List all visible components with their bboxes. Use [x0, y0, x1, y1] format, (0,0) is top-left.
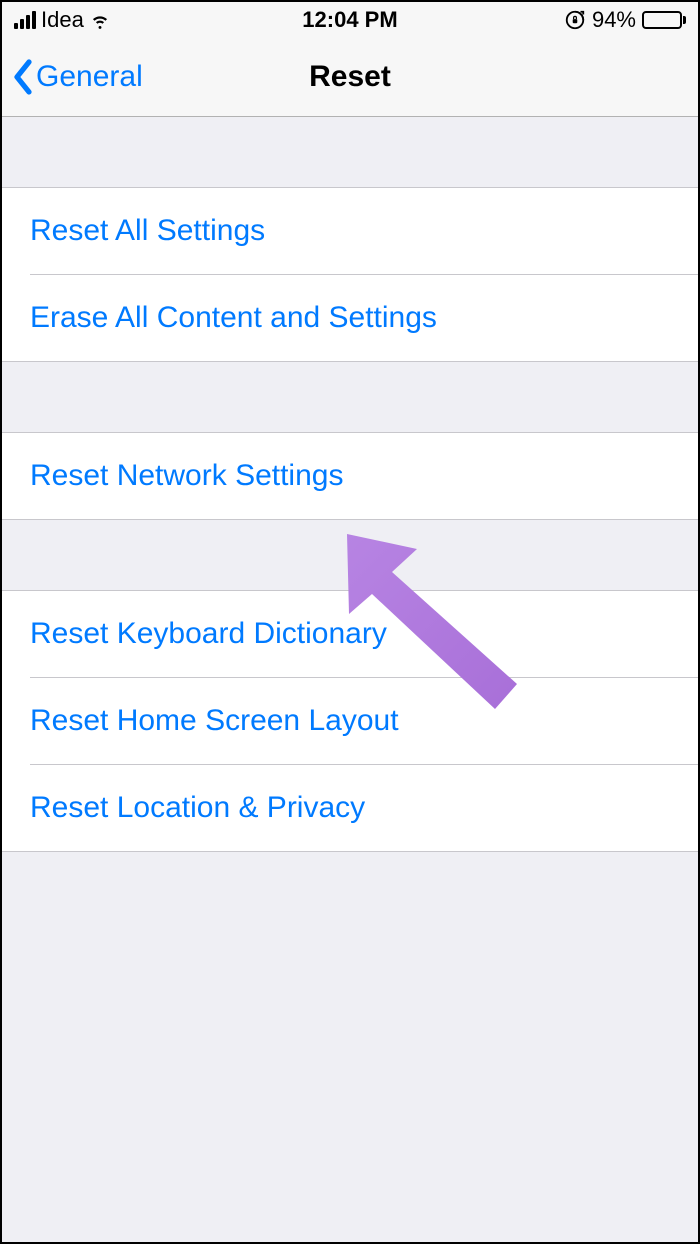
- section-spacer: [2, 117, 698, 187]
- section-spacer: [2, 520, 698, 590]
- reset-keyboard-dictionary[interactable]: Reset Keyboard Dictionary: [2, 591, 698, 677]
- signal-bars-icon: [14, 11, 36, 29]
- battery-percent: 94%: [592, 7, 636, 33]
- section-spacer: [2, 362, 698, 432]
- reset-network-settings[interactable]: Reset Network Settings: [2, 433, 698, 519]
- back-button[interactable]: General: [12, 59, 143, 95]
- content: Reset All Settings Erase All Content and…: [2, 117, 698, 852]
- status-bar: Idea 12:04 PM 94%: [2, 2, 698, 38]
- nav-bar: General Reset: [2, 38, 698, 117]
- erase-all-content-and-settings[interactable]: Erase All Content and Settings: [2, 275, 698, 361]
- orientation-lock-icon: [564, 9, 586, 31]
- reset-all-settings[interactable]: Reset All Settings: [2, 188, 698, 274]
- clock: 12:04 PM: [238, 7, 462, 33]
- wifi-icon: [89, 9, 111, 31]
- chevron-left-icon: [12, 59, 34, 95]
- reset-home-screen-layout[interactable]: Reset Home Screen Layout: [2, 678, 698, 764]
- back-label: General: [36, 60, 143, 94]
- list-group-2: Reset Network Settings: [2, 432, 698, 520]
- list-group-1: Reset All Settings Erase All Content and…: [2, 187, 698, 362]
- battery-icon: [642, 11, 686, 29]
- carrier-label: Idea: [41, 7, 84, 33]
- list-group-3: Reset Keyboard Dictionary Reset Home Scr…: [2, 590, 698, 852]
- reset-location-privacy[interactable]: Reset Location & Privacy: [2, 765, 698, 851]
